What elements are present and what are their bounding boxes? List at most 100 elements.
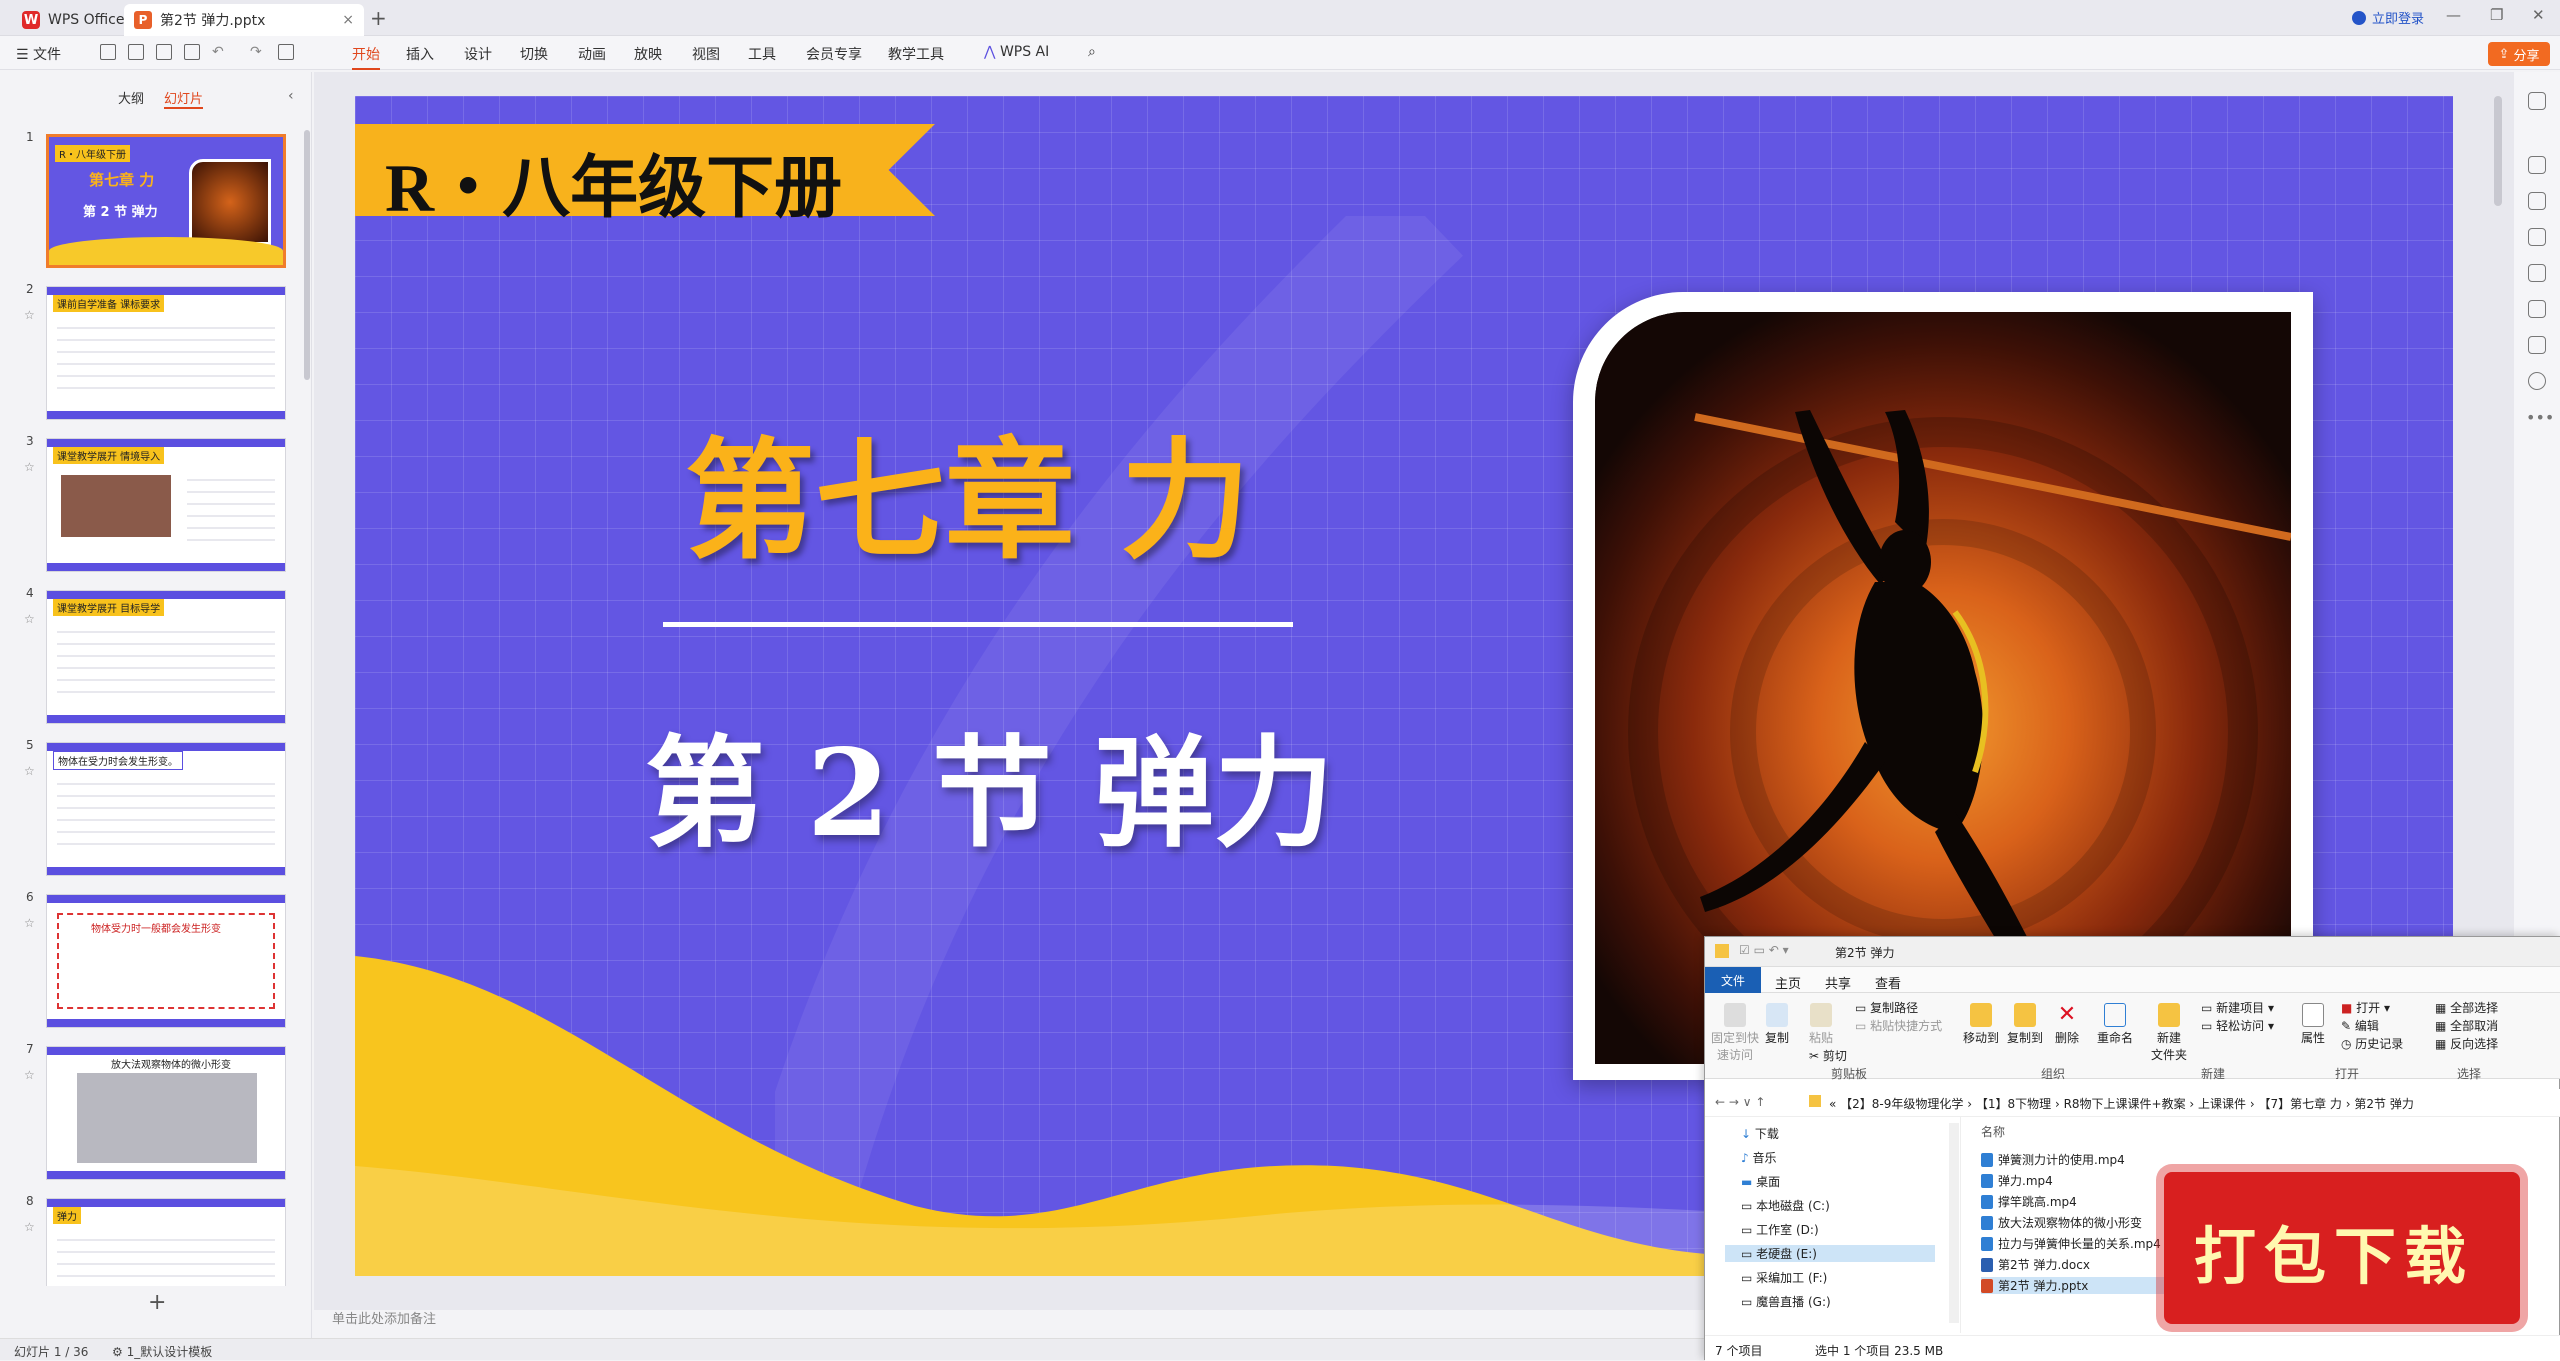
copy-to-button[interactable]: 复制到 (2007, 1003, 2043, 1046)
tab-start[interactable]: 开始 (352, 44, 380, 70)
wps-ai-button[interactable]: ⋀ WPS AI (984, 44, 1049, 60)
file-item[interactable]: 弹簧测力计的使用.mp4 (1981, 1151, 2125, 1168)
slide-thumbnail-row[interactable]: 5 ☆ 物体在受力时会发生形变。 (0, 738, 300, 880)
image-panel-icon[interactable] (2528, 228, 2546, 246)
select-none-button[interactable]: ▦ 全部取消 (2435, 1017, 2498, 1034)
tab-slideshow[interactable]: 放映 (634, 44, 662, 64)
new-item-button[interactable]: ▭ 新建项目 ▾ (2201, 999, 2274, 1016)
select-all-button[interactable]: ▦ 全部选择 (2435, 999, 2498, 1016)
file-item[interactable]: 第2节 弹力.docx (1981, 1256, 2090, 1273)
slide-thumbnail-row[interactable]: 7 ☆ 放大法观察物体的微小形变 (0, 1042, 300, 1184)
maximize-icon[interactable]: ❐ (2490, 6, 2503, 24)
star-icon[interactable]: ☆ (24, 916, 35, 930)
slide-thumbnail-row[interactable]: 2 ☆ 课前自学准备 课标要求 (0, 282, 300, 424)
star-icon[interactable]: ☆ (24, 612, 35, 626)
slide-thumbnail[interactable]: 物体在受力时会发生形变。 (46, 742, 286, 876)
copy-path-button[interactable]: ▭ 复制路径 (1855, 999, 1918, 1016)
file-item[interactable]: 弹力.mp4 (1981, 1172, 2053, 1189)
slide-thumbnail[interactable]: 课堂教学展开 情境导入 (46, 438, 286, 572)
tab-member[interactable]: 会员专享 (806, 44, 862, 64)
slide-thumbnail[interactable]: 物体受力时一般都会发生形变 (46, 894, 286, 1028)
slide-thumbnail-row[interactable]: 4 ☆ 课堂教学展开 目标导学 (0, 586, 300, 728)
add-slide-button[interactable]: + (148, 1290, 166, 1315)
print-preview-icon[interactable] (184, 44, 200, 60)
doc-panel-icon[interactable] (2528, 300, 2546, 318)
tab-view[interactable]: 视图 (692, 44, 720, 64)
explorer-tab-view[interactable]: 查看 (1875, 973, 1901, 992)
breadcrumb-item[interactable]: 上课课件 (2198, 1097, 2246, 1111)
settings-icon[interactable] (2528, 336, 2546, 354)
column-header-name[interactable]: 名称 (1981, 1123, 2005, 1140)
cut-button[interactable]: ✂ 剪切 (1809, 1047, 1847, 1064)
edit-button[interactable]: ✎ 编辑 (2341, 1017, 2379, 1034)
tab-animation[interactable]: 动画 (578, 44, 606, 64)
rename-button[interactable]: 重命名 (2097, 1003, 2133, 1046)
easy-access-button[interactable]: ▭ 轻松访问 ▾ (2201, 1017, 2274, 1034)
new-tab-button[interactable]: + (370, 6, 387, 30)
download-package-label[interactable]: 打包下载 (2194, 1206, 2474, 1296)
document-tab[interactable]: P 第2节 弹力.pptx × (124, 4, 364, 36)
minimize-icon[interactable]: — (2446, 6, 2461, 24)
close-tab-icon[interactable]: × (342, 12, 354, 28)
nav-item-drive-f[interactable]: ▭ 采编加工 (F:) (1741, 1269, 1827, 1286)
new-folder-button[interactable]: 新建 文件夹 (2151, 1003, 2187, 1063)
star-icon[interactable]: ☆ (24, 460, 35, 474)
delete-button[interactable]: ✕ 删除 (2055, 1003, 2079, 1046)
collapse-sidebar-icon[interactable]: ‹ (288, 88, 294, 104)
breadcrumb-item[interactable]: 【1】8下物理 (1976, 1097, 2051, 1111)
breadcrumb-item[interactable]: R8物下上课课件+教案 (2064, 1097, 2186, 1111)
tools-panel-icon[interactable] (2528, 264, 2546, 282)
nav-item-drive-e[interactable]: ▭ 老硬盘 (E:) (1725, 1245, 1935, 1262)
tab-insert[interactable]: 插入 (406, 44, 434, 64)
search-icon[interactable]: ⌕ (1088, 44, 1096, 60)
star-icon[interactable]: ☆ (24, 308, 35, 322)
properties-button[interactable]: 属性 (2301, 1003, 2325, 1046)
slide-thumbnail-row[interactable]: 6 ☆ 物体受力时一般都会发生形变 (0, 890, 300, 1032)
wps-home-tab[interactable]: W WPS Office (12, 4, 135, 36)
nav-item-music[interactable]: ♪ 音乐 (1741, 1149, 1777, 1166)
file-item[interactable]: 拉力与弹簧伸长量的关系.mp4 (1981, 1235, 2161, 1252)
star-icon[interactable]: ☆ (24, 1220, 35, 1234)
notes-placeholder[interactable]: 单击此处添加备注 (314, 1302, 1714, 1332)
tab-teaching-tools[interactable]: 教学工具 (888, 44, 944, 64)
slide-thumbnail[interactable]: 课堂教学展开 目标导学 (46, 590, 286, 724)
paste-shortcut-button[interactable]: ▭ 粘贴快捷方式 (1855, 1017, 1942, 1034)
pin-quick-access-button[interactable]: 固定到快 速访问 (1711, 1003, 1759, 1063)
move-to-button[interactable]: 移动到 (1963, 1003, 1999, 1046)
invert-selection-button[interactable]: ▦ 反向选择 (2435, 1035, 2498, 1052)
file-menu[interactable]: ☰ 文件 (16, 44, 61, 64)
slide-thumbnail-row[interactable]: 3 ☆ 课堂教学展开 情境导入 (0, 434, 300, 576)
breadcrumb-item[interactable]: 【7】第七章 力 (2258, 1097, 2341, 1111)
format-painter-icon[interactable] (278, 44, 294, 60)
help-icon[interactable] (2528, 372, 2546, 390)
slide-thumbnail[interactable]: 放大法观察物体的微小形变 (46, 1046, 286, 1180)
slide-thumbnail[interactable]: 弹力 (46, 1198, 286, 1286)
copy-panel-icon[interactable] (2528, 192, 2546, 210)
tab-design[interactable]: 设计 (464, 44, 492, 64)
canvas-scrollbar[interactable] (2494, 96, 2502, 206)
file-item[interactable]: 放大法观察物体的微小形变 (1981, 1214, 2142, 1231)
save-icon[interactable] (100, 44, 116, 60)
star-icon[interactable]: ☆ (24, 764, 35, 778)
breadcrumb-item[interactable]: 第2节 弹力 (2354, 1097, 2413, 1111)
template-name[interactable]: ⚙ 1_默认设计模板 (112, 1343, 212, 1360)
slide-thumbnail[interactable]: R・八年级下册 第七章 力 第 2 节 弹力 (46, 134, 286, 268)
nav-item-drive-c[interactable]: ▭ 本地磁盘 (C:) (1741, 1197, 1830, 1214)
nav-item-downloads[interactable]: ↓ 下载 (1741, 1125, 1779, 1142)
share-button[interactable]: ⇪ 分享 (2488, 42, 2550, 66)
undo-icon[interactable]: ↶ (212, 44, 224, 60)
nav-arrows[interactable]: ← → ∨ ↑ (1715, 1095, 1765, 1109)
star-icon[interactable]: ☆ (24, 1068, 35, 1082)
nav-item-desktop[interactable]: ▬ 桌面 (1741, 1173, 1780, 1190)
nav-item-drive-g[interactable]: ▭ 魔兽直播 (G:) (1741, 1293, 1831, 1310)
nav-scrollbar[interactable] (1949, 1123, 1959, 1323)
explorer-tab-file[interactable]: 文件 (1705, 967, 1761, 993)
open-button[interactable]: ■ 打开 ▾ (2341, 999, 2390, 1016)
export-pdf-icon[interactable] (128, 44, 144, 60)
close-window-icon[interactable]: ✕ (2532, 6, 2545, 24)
file-item[interactable]: 撑竿跳高.mp4 (1981, 1193, 2077, 1210)
quick-access-toolbar[interactable]: ☑ ▭ ↶ ▾ (1739, 943, 1789, 957)
history-button[interactable]: ◷ 历史记录 (2341, 1035, 2403, 1052)
slide-thumbnail[interactable]: 课前自学准备 课标要求 (46, 286, 286, 420)
paste-button[interactable]: 粘贴 (1809, 1003, 1833, 1046)
